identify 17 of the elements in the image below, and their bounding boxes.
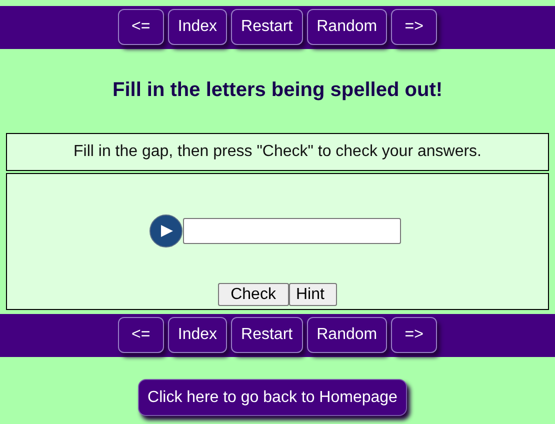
nav-button[interactable]: Random	[306, 9, 388, 45]
answer-field[interactable]	[182, 218, 400, 244]
play-button[interactable]	[148, 214, 182, 248]
nav-button[interactable]: Index	[168, 9, 228, 45]
page-title: Fill in the letters being spelled out!	[111, 79, 444, 103]
exercise-button[interactable]: Check	[218, 283, 289, 306]
nav-button[interactable]: =>	[391, 317, 438, 353]
homepage-button[interactable]: Click here to go back to Homepage	[138, 379, 408, 416]
instructions: Fill in the gap, then press "Check" to check your answers.	[6, 133, 549, 171]
exercise-button[interactable]: Hint	[288, 283, 338, 306]
nav-button[interactable]: Index	[168, 317, 228, 353]
nav-button[interactable]: <=	[118, 9, 164, 45]
nav-button[interactable]: Restart	[231, 9, 303, 45]
nav-button[interactable]: Random	[306, 317, 388, 353]
nav-button[interactable]: =>	[391, 9, 438, 45]
nav-button[interactable]: Restart	[231, 317, 303, 353]
nav-button[interactable]: <=	[118, 317, 164, 353]
